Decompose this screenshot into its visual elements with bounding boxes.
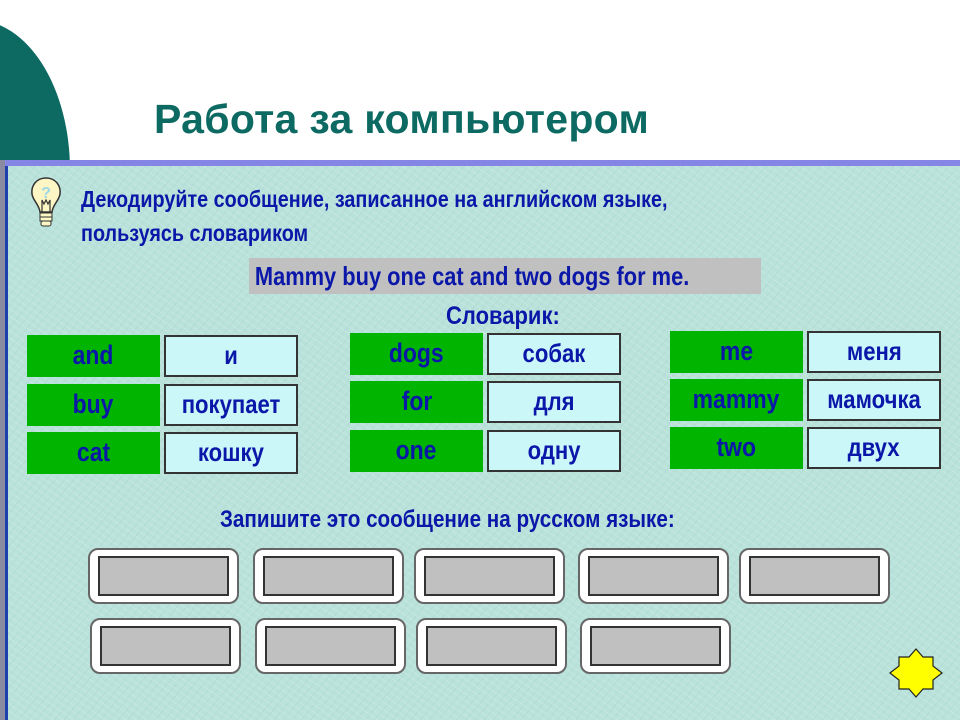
lightbulb-question-icon: ? — [31, 177, 61, 227]
english-word: and — [27, 335, 160, 377]
answer-slot-3[interactable] — [414, 548, 565, 604]
russian-word: двух — [807, 427, 941, 469]
answer-slot-9[interactable] — [580, 618, 731, 674]
russian-word: и — [164, 335, 298, 377]
english-word: mammy — [670, 379, 803, 421]
panel-border-accent — [5, 166, 8, 720]
russian-word: меня — [807, 331, 941, 373]
english-word: me — [670, 331, 803, 373]
instruction-line-2: пользуясь словариком — [81, 220, 309, 246]
answer-slot-2[interactable] — [253, 548, 404, 604]
english-word: buy — [27, 384, 160, 426]
english-word: cat — [27, 432, 160, 474]
answer-slot-5[interactable] — [739, 548, 890, 604]
russian-word: покупает — [164, 384, 298, 426]
russian-word: мамочка — [807, 379, 941, 421]
answer-slot-7[interactable] — [255, 618, 406, 674]
answer-slot-8[interactable] — [416, 618, 567, 674]
instruction-text: Декодируйте сообщение, записанное на анг… — [81, 182, 668, 250]
answer-slot-4[interactable] — [578, 548, 729, 604]
russian-word: кошку — [164, 432, 298, 474]
russian-word: одну — [487, 430, 621, 472]
star-icon[interactable] — [888, 648, 944, 698]
encoded-message: Mammy buy one cat and two dogs for me. — [249, 258, 761, 294]
russian-word: для — [487, 381, 621, 423]
english-word: dogs — [350, 333, 483, 375]
slide-title: Работа за компьютером — [154, 96, 650, 142]
answer-slot-1[interactable] — [88, 548, 239, 604]
english-word: for — [350, 381, 483, 423]
answer-slot-6[interactable] — [90, 618, 241, 674]
encoded-message-text: Mammy buy one cat and two dogs for me. — [254, 261, 690, 291]
answer-prompt: Запишите это сообщение на русском языке: — [220, 506, 675, 533]
english-word: two — [670, 427, 803, 469]
instruction-line-1: Декодируйте сообщение, записанное на анг… — [81, 186, 668, 212]
dictionary-title: Словарик: — [446, 302, 560, 330]
english-word: one — [350, 430, 483, 472]
russian-word: собак — [487, 333, 621, 375]
